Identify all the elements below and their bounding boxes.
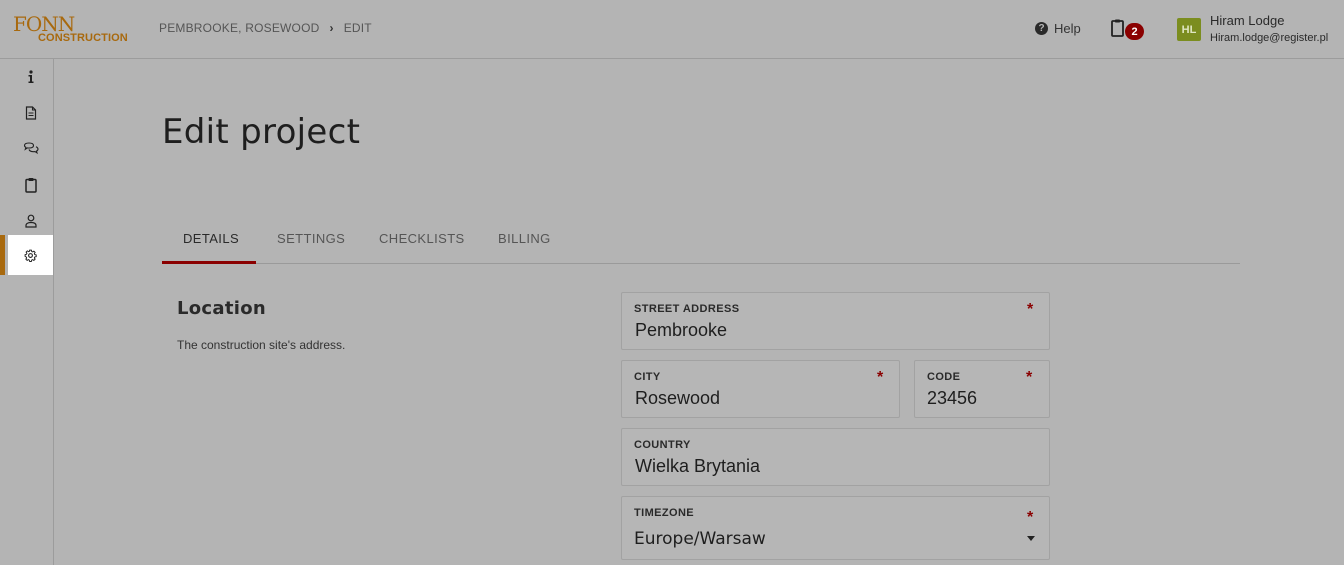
document-icon: [25, 106, 36, 120]
chevron-right-icon: ›: [329, 21, 334, 35]
notifications-button[interactable]: 2: [1110, 18, 1146, 42]
required-marker: *: [1026, 369, 1033, 386]
breadcrumb-current: EDIT: [343, 21, 372, 35]
breadcrumb-project-link[interactable]: PEMBROOKE, ROSEWOOD: [159, 21, 320, 35]
tab-billing[interactable]: BILLING: [498, 231, 551, 246]
user-email: Hiram.lodge@register.pl: [1210, 32, 1329, 44]
tab-settings[interactable]: SETTINGS: [277, 231, 345, 246]
city-value: Rosewood: [635, 388, 721, 408]
help-button[interactable]: ? Help: [1035, 21, 1081, 36]
timezone-select[interactable]: TIMEZONE * Europe/Warsaw: [621, 496, 1050, 560]
notification-count-badge: 2: [1125, 23, 1144, 40]
sidebar-item-messages[interactable]: [8, 131, 53, 167]
user-icon: [24, 214, 37, 228]
timezone-label: TIMEZONE: [634, 507, 695, 519]
company-logo[interactable]: FONN CONSTRUCTION: [13, 13, 129, 45]
city-label: CITY: [634, 371, 661, 383]
street-address-field[interactable]: STREET ADDRESS * Pembrooke: [621, 292, 1050, 350]
avatar[interactable]: HL: [1177, 18, 1201, 41]
tab-details[interactable]: DETAILS: [183, 231, 239, 246]
sidebar-item-settings[interactable]: [8, 235, 53, 275]
sidebar-item-checklists[interactable]: [8, 167, 53, 203]
breadcrumb: PEMBROOKE, ROSEWOOD › EDIT: [159, 21, 372, 35]
sidebar: [0, 59, 54, 565]
chat-icon: [23, 142, 39, 155]
sidebar-item-documents[interactable]: [8, 95, 53, 131]
postal-code-value: 23456: [927, 388, 978, 408]
section-title: Location: [177, 298, 267, 319]
active-tab-indicator: [162, 261, 256, 264]
user-name[interactable]: Hiram Lodge: [1210, 13, 1284, 28]
sidebar-active-indicator: [0, 235, 5, 275]
chevron-down-icon: [1027, 536, 1035, 541]
street-address-value: Pembrooke: [635, 320, 728, 340]
question-circle-icon: ?: [1035, 22, 1048, 35]
street-address-label: STREET ADDRESS: [634, 303, 740, 315]
postal-code-field[interactable]: CODE * 23456: [914, 360, 1050, 418]
country-field[interactable]: COUNTRY Wielka Brytania: [621, 428, 1050, 486]
sidebar-item-info[interactable]: [8, 59, 53, 95]
tab-checklists[interactable]: CHECKLISTS: [379, 231, 465, 246]
country-label: COUNTRY: [634, 439, 691, 451]
required-marker: *: [877, 369, 884, 386]
timezone-value: Europe/Warsaw: [634, 529, 766, 549]
section-description: The construction site's address.: [177, 338, 346, 352]
country-value: Wielka Brytania: [635, 456, 761, 476]
required-marker: *: [1027, 509, 1034, 526]
tab-bar: DETAILS SETTINGS CHECKLISTS BILLING: [162, 218, 1240, 264]
sidebar-item-users[interactable]: [8, 203, 53, 239]
help-label: Help: [1054, 21, 1081, 36]
city-field[interactable]: CITY * Rosewood: [621, 360, 900, 418]
clipboard-icon: [24, 178, 37, 193]
top-bar: FONN CONSTRUCTION PEMBROOKE, ROSEWOOD › …: [0, 0, 1344, 59]
logo-subtitle: CONSTRUCTION: [38, 32, 128, 44]
page-title: Edit project: [162, 112, 361, 152]
clipboard-icon: [1111, 19, 1124, 37]
required-marker: *: [1027, 301, 1034, 318]
gear-icon: [24, 249, 37, 262]
info-icon: [28, 70, 33, 83]
postal-code-label: CODE: [927, 371, 961, 383]
